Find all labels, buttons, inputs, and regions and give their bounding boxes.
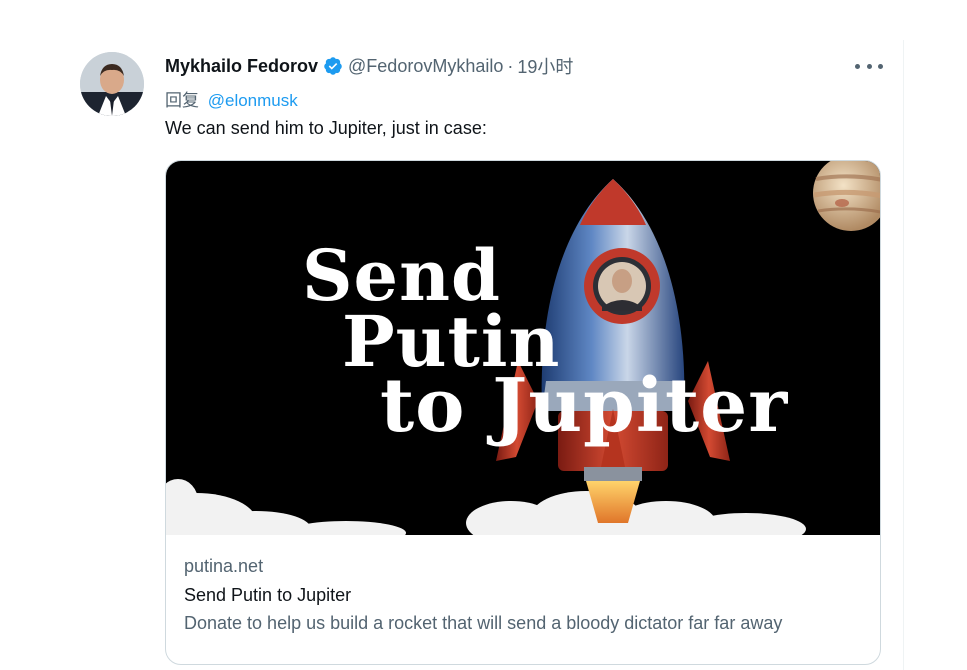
link-preview-card[interactable]: Send Putin to Jupiter putina.net Send Pu… bbox=[165, 160, 881, 665]
card-title: Send Putin to Jupiter bbox=[184, 585, 352, 605]
reply-label: 回复 bbox=[165, 91, 199, 110]
reply-context: 回复 @elonmusk bbox=[165, 86, 298, 111]
card-description: Donate to help us build a rocket that wi… bbox=[184, 613, 783, 633]
reply-mention-link[interactable]: @elonmusk bbox=[208, 91, 298, 110]
card-image[interactable]: Send Putin to Jupiter bbox=[166, 161, 880, 535]
smoke-clouds bbox=[166, 479, 806, 535]
more-dots-icon[interactable] bbox=[855, 56, 883, 76]
tweet-timestamp[interactable]: 19小时 bbox=[517, 53, 573, 79]
tweet-text: We can send him to Jupiter, just in case… bbox=[165, 118, 487, 138]
card-illustration bbox=[166, 161, 880, 535]
verified-badge-icon bbox=[323, 56, 343, 76]
rocket bbox=[496, 179, 730, 523]
card-domain: putina.net bbox=[184, 556, 264, 576]
author-handle[interactable]: @FedorovMykhailo bbox=[348, 56, 503, 77]
timeline-divider bbox=[903, 40, 904, 670]
tweet[interactable]: Mykhailo Fedorov @FedorovMykhailo · 19小时… bbox=[0, 0, 967, 670]
author-name[interactable]: Mykhailo Fedorov bbox=[165, 56, 318, 77]
jupiter-planet bbox=[813, 161, 880, 231]
person-avatar-icon bbox=[80, 52, 144, 116]
author-avatar[interactable] bbox=[80, 52, 144, 116]
tweet-header: Mykhailo Fedorov @FedorovMykhailo · 19小时 bbox=[165, 54, 573, 78]
card-meta: putina.net Send Putin to Jupiter Donate … bbox=[184, 551, 874, 637]
header-separator: · bbox=[507, 55, 514, 76]
